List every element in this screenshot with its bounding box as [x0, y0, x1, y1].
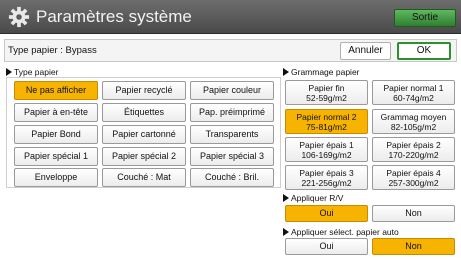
gear-icon: [8, 6, 30, 28]
weight-thick-3[interactable]: Papier épais 3 221-256g/m2: [285, 165, 368, 190]
exit-button[interactable]: Sortie: [394, 9, 456, 27]
paper-type-transparencies[interactable]: Transparents: [190, 125, 274, 144]
page-title: Paramètres système: [36, 7, 192, 26]
paper-type-special-2[interactable]: Papier spécial 2: [102, 147, 186, 166]
auto-select-yes-button[interactable]: Oui: [285, 238, 368, 255]
triangle-icon: [283, 68, 289, 76]
paper-weight-label: Grammage papier: [283, 67, 360, 77]
cancel-button[interactable]: Annuler: [340, 42, 391, 60]
weight-thin[interactable]: Papier fin 52-59g/m2: [285, 80, 368, 105]
weight-medium[interactable]: Grammag moyen 82-105g/m2: [372, 109, 455, 134]
paper-type-special-1[interactable]: Papier spécial 1: [14, 147, 98, 166]
paper-type-letterhead[interactable]: Papier à en-tête: [14, 103, 98, 122]
paper-type-labels[interactable]: Étiquettes: [102, 103, 186, 122]
paper-type-coated-matte[interactable]: Couché : Mat: [102, 168, 186, 187]
triangle-icon: [6, 68, 12, 76]
triangle-icon: [283, 194, 289, 202]
paper-type-special-3[interactable]: Papier spécial 3: [190, 147, 274, 166]
duplex-no-button[interactable]: Non: [372, 205, 455, 222]
weight-normal-2[interactable]: Papier normal 2 75-81g/m2: [285, 109, 368, 134]
duplex-yes-button[interactable]: Oui: [285, 205, 368, 222]
auto-select-no-button[interactable]: Non: [372, 238, 455, 255]
auto-select-label: Appliquer sélect. papier auto: [283, 227, 399, 237]
weight-thick-2[interactable]: Papier épais 2 170-220g/m2: [372, 137, 455, 162]
weight-normal-1[interactable]: Papier normal 1 60-74g/m2: [372, 80, 455, 105]
current-setting-text: Type papier : Bypass: [8, 45, 97, 56]
weight-thick-4[interactable]: Papier épais 4 257-300g/m2: [372, 165, 455, 190]
paper-type-coated-glossy[interactable]: Couché : Bril.: [190, 168, 274, 187]
paper-type-preprinted[interactable]: Pap. préimprimé: [190, 103, 274, 122]
duplex-label: Appliquer R/V: [283, 193, 343, 203]
paper-type-bond[interactable]: Papier Bond: [14, 125, 98, 144]
paper-type-envelope[interactable]: Enveloppe: [14, 168, 98, 187]
paper-type-recycled[interactable]: Papier recyclé: [102, 81, 186, 100]
paper-type-color[interactable]: Papier couleur: [190, 81, 274, 100]
paper-type-cardstock[interactable]: Papier cartonné: [102, 125, 186, 144]
paper-type-no-display[interactable]: Ne pas afficher: [14, 81, 98, 100]
paper-type-label: Type papier: [6, 67, 58, 77]
weight-thick-1[interactable]: Papier épais 1 106-169g/m2: [285, 137, 368, 162]
title-bar: Paramètres système Sortie: [0, 0, 461, 34]
triangle-icon: [283, 228, 289, 236]
ok-button[interactable]: OK: [397, 42, 451, 60]
